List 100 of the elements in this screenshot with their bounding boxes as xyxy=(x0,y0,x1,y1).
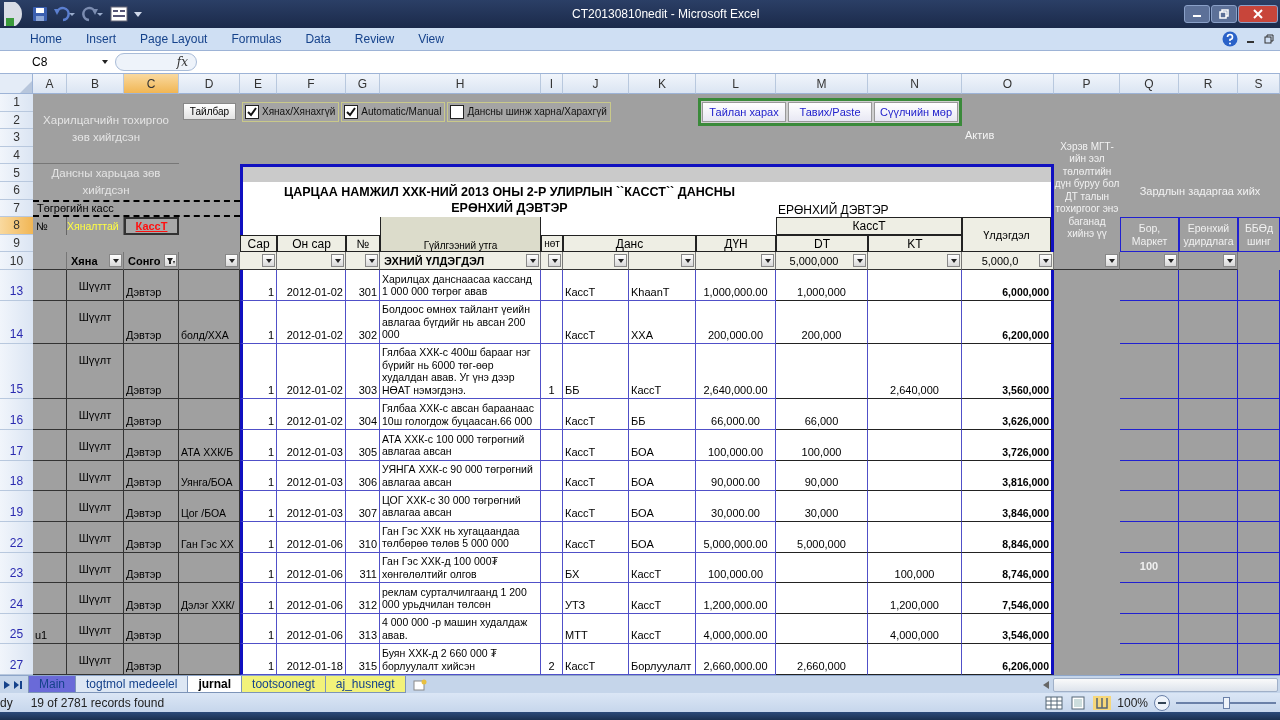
filter-dropdown-button[interactable] xyxy=(947,254,960,268)
row-header[interactable]: 5 xyxy=(0,164,33,182)
table-cell: 4,000,000.00 xyxy=(696,613,776,645)
undo-icon[interactable] xyxy=(54,6,76,22)
filter-dropdown-button[interactable] xyxy=(1039,254,1052,268)
row-header[interactable]: 24 xyxy=(0,583,33,614)
form-icon[interactable] xyxy=(110,6,128,22)
row-header[interactable]: 15 xyxy=(0,343,33,400)
row-header[interactable]: 25 xyxy=(0,613,33,645)
column-header[interactable]: S xyxy=(1238,74,1280,94)
page-layout-icon[interactable] xyxy=(1069,695,1088,710)
horizontal-scrollbar[interactable] xyxy=(1053,677,1278,692)
action-button[interactable]: Тайлан харах xyxy=(702,101,786,122)
column-header[interactable]: A xyxy=(33,74,67,94)
filter-dropdown-button[interactable] xyxy=(109,254,122,268)
ribbon-tab[interactable]: Review xyxy=(344,32,409,46)
customize-caret-icon[interactable] xyxy=(134,10,142,18)
filter-dropdown-button[interactable] xyxy=(548,254,561,268)
filter-dropdown-button[interactable] xyxy=(526,254,539,268)
action-button[interactable]: Сүүлчийн мөр xyxy=(874,101,958,122)
column-header[interactable]: P xyxy=(1054,74,1120,94)
name-box[interactable]: C8 xyxy=(0,53,115,71)
minimize-button[interactable] xyxy=(1184,5,1210,23)
column-header[interactable]: L xyxy=(696,74,776,94)
sheet-tab[interactable]: aj_husnegt xyxy=(324,676,406,693)
sheet-tab[interactable]: togtmol medeelel xyxy=(75,676,189,693)
filter-dropdown-button[interactable] xyxy=(761,254,774,268)
row-header[interactable]: 3 xyxy=(0,129,33,147)
help-button[interactable]: Тайлбар xyxy=(182,103,237,121)
column-header[interactable]: H xyxy=(380,74,541,94)
row-header[interactable]: 14 xyxy=(0,300,33,344)
last-sheet-icon[interactable] xyxy=(14,680,22,689)
slider-thumb[interactable] xyxy=(1223,696,1230,709)
filter-dropdown-button[interactable] xyxy=(225,254,238,268)
ribbon-tab[interactable]: Formulas xyxy=(221,32,296,46)
column-header[interactable]: E xyxy=(240,74,277,94)
row-header[interactable]: 1 xyxy=(0,94,33,112)
page-break-icon[interactable] xyxy=(1093,695,1112,710)
ribbon-tab[interactable]: Insert xyxy=(76,32,131,46)
column-header[interactable]: O xyxy=(962,74,1054,94)
column-header[interactable]: M xyxy=(776,74,868,94)
filter-dropdown-button[interactable] xyxy=(262,254,275,268)
row-header[interactable]: 13 xyxy=(0,270,33,301)
normal-view-icon[interactable] xyxy=(1045,695,1064,710)
filter-dropdown-button[interactable] xyxy=(681,254,694,268)
help-icon[interactable] xyxy=(1222,31,1238,47)
restore-button[interactable] xyxy=(1211,5,1237,23)
ribbon-tab[interactable]: Data xyxy=(295,32,345,46)
action-button[interactable]: Тавих/Paste xyxy=(788,101,872,122)
column-header[interactable]: J xyxy=(563,74,629,94)
filter-dropdown-button[interactable] xyxy=(614,254,627,268)
table-cell xyxy=(33,399,67,430)
row-header[interactable]: 18 xyxy=(0,460,33,492)
column-header[interactable]: F xyxy=(277,74,346,94)
column-header[interactable]: Q xyxy=(1120,74,1179,94)
row-header[interactable]: 17 xyxy=(0,430,33,461)
column-header[interactable]: C xyxy=(124,74,179,94)
scroll-left-icon[interactable] xyxy=(1043,680,1049,689)
column-header[interactable]: R xyxy=(1179,74,1238,94)
next-sheet-icon[interactable] xyxy=(4,680,10,689)
checkbox[interactable]: Automatic/Manual xyxy=(341,101,446,122)
insert-function-button[interactable]: fx xyxy=(115,53,197,71)
column-header[interactable]: B xyxy=(67,74,124,94)
row-header[interactable]: 8 xyxy=(0,217,33,235)
row-header[interactable]: 27 xyxy=(0,644,33,675)
column-header[interactable]: N xyxy=(868,74,962,94)
table-cell-text: Хяна xyxy=(70,254,99,267)
filter-dropdown-button[interactable] xyxy=(1164,254,1177,268)
filter-dropdown-button[interactable] xyxy=(331,254,344,268)
ribbon-tab[interactable]: Page Layout xyxy=(130,32,222,46)
table-cell: 2012-01-03 xyxy=(277,430,346,461)
ribbon-tab[interactable]: View xyxy=(408,32,458,46)
filter-dropdown-button[interactable] xyxy=(1105,254,1118,268)
ribbon-tab[interactable]: Home xyxy=(20,32,76,46)
checkbox[interactable]: Хянах/Хянахгүй xyxy=(242,101,340,122)
table-cell: 66,000.00 xyxy=(696,399,776,430)
table-cell: 1 xyxy=(240,552,277,584)
zoom-out-button[interactable] xyxy=(1154,694,1170,711)
row-header[interactable]: 22 xyxy=(0,521,33,553)
table-cell: 1,000,000 xyxy=(776,270,868,301)
column-header[interactable]: I xyxy=(541,74,563,94)
column-header[interactable]: K xyxy=(629,74,696,94)
row-header[interactable]: 19 xyxy=(0,491,33,522)
column-heading: Бор, Маркет xyxy=(1120,217,1179,253)
row-header[interactable]: 23 xyxy=(0,552,33,584)
column-header[interactable]: D xyxy=(179,74,240,94)
checkbox[interactable]: Дансны шинж харна/Харахгүй xyxy=(447,101,611,122)
close-button[interactable] xyxy=(1238,5,1278,23)
table-cell xyxy=(1120,644,1179,675)
filter-dropdown-button[interactable] xyxy=(1223,254,1236,268)
filter-dropdown-button[interactable] xyxy=(853,254,866,268)
sheet-tab[interactable]: jurnal xyxy=(187,676,243,693)
filter-applied-button[interactable] xyxy=(164,254,177,268)
column-header[interactable]: G xyxy=(346,74,380,94)
row-header[interactable]: 16 xyxy=(0,399,33,430)
save-icon[interactable] xyxy=(32,6,48,22)
restore-icon[interactable] xyxy=(1264,34,1274,44)
filter-dropdown-button[interactable] xyxy=(365,254,378,268)
sheet-tab[interactable]: tootsoonegt xyxy=(241,676,326,693)
row-header[interactable]: 10 xyxy=(0,252,33,270)
